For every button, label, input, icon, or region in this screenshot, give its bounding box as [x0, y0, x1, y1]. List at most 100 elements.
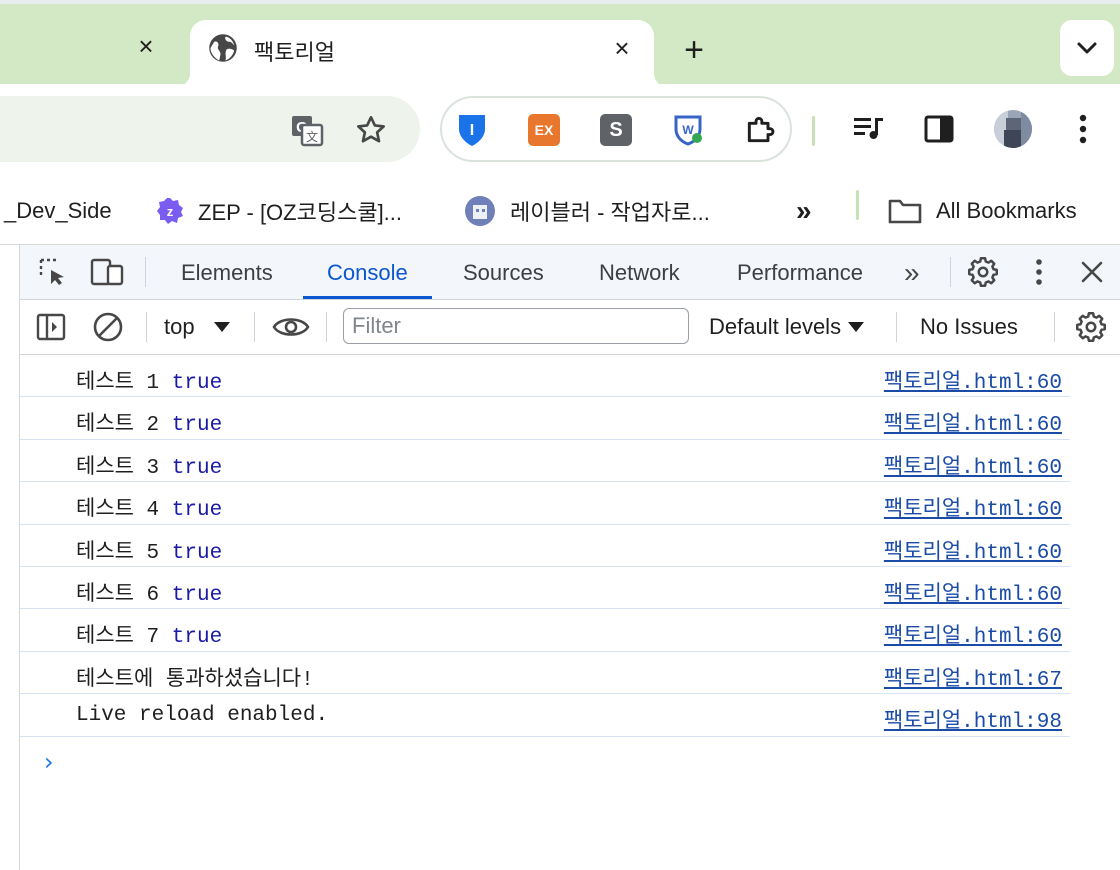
close-tab-button[interactable]: ×: [608, 32, 636, 63]
tab-inactive[interactable]: ×: [0, 16, 190, 88]
all-bookmarks-button[interactable]: All Bookmarks: [888, 191, 1077, 231]
gear-icon: [1076, 312, 1106, 342]
bookmark-label: 레이블러 - 작업자로...: [510, 200, 710, 225]
tab-console[interactable]: Console: [303, 245, 432, 299]
toggle-sidebar-button[interactable]: [34, 310, 68, 344]
boolean-value: true: [171, 414, 223, 438]
close-tab-button[interactable]: ×: [132, 31, 160, 61]
customize-devtools-button[interactable]: [1022, 255, 1056, 289]
chevron-down-icon: [1077, 42, 1097, 54]
console-message: 테스트 4 true 팩토리얼.html:60: [20, 482, 1070, 525]
extension-bitwarden-button[interactable]: I: [456, 114, 488, 146]
console-message: 테스트 6 true 팩토리얼.html:60: [20, 567, 1070, 610]
bookmark-label: _Dev_Side: [4, 198, 112, 223]
console-prompt[interactable]: ›: [44, 748, 54, 776]
console-message: 테스트 2 true 팩토리얼.html:60: [20, 397, 1070, 440]
device-toolbar-button[interactable]: [90, 255, 124, 289]
boolean-value: true: [171, 499, 223, 523]
double-chevron-right-icon: »: [796, 195, 812, 226]
message-text: 테스트 7: [76, 626, 172, 650]
inspect-element-button[interactable]: [36, 255, 70, 289]
console-message: Live reload enabled. 팩토리얼.html:98: [20, 694, 1070, 737]
source-link[interactable]: 팩토리얼.html:67: [884, 662, 1062, 692]
clear-console-button[interactable]: [91, 310, 125, 344]
more-vertical-icon: [1036, 259, 1042, 285]
gear-icon: [968, 257, 998, 287]
tab-elements[interactable]: Elements: [181, 245, 273, 299]
bookmark-dev-side[interactable]: _Dev_Side: [4, 191, 112, 231]
console-message-text: 테스트 2 true: [76, 407, 222, 437]
extension-s-button[interactable]: S: [600, 114, 632, 146]
devtools-settings-button[interactable]: [966, 255, 1000, 289]
tab-search-button[interactable]: [1060, 20, 1114, 76]
filter-input[interactable]: [343, 308, 689, 344]
bookmark-zep[interactable]: z ZEP - [OZ코딩스쿨]...: [156, 191, 402, 231]
console-message: 테스트 7 true 팩토리얼.html:60: [20, 609, 1070, 652]
profile-avatar-button[interactable]: [994, 110, 1032, 148]
eye-icon: [272, 318, 310, 336]
source-link[interactable]: 팩토리얼.html:60: [884, 535, 1062, 565]
address-bar[interactable]: G 文: [0, 96, 420, 162]
caret-down-icon: [848, 322, 865, 332]
media-controls-button[interactable]: [852, 112, 886, 146]
source-link[interactable]: 팩토리얼.html:60: [884, 619, 1062, 649]
tab-sources[interactable]: Sources: [463, 245, 544, 299]
boolean-value: true: [171, 456, 223, 480]
plus-icon: +: [684, 30, 704, 69]
tab-active[interactable]: 팩토리얼 ×: [174, 20, 670, 88]
source-link[interactable]: 팩토리얼.html:60: [884, 407, 1062, 437]
more-tabs-button[interactable]: »: [904, 245, 920, 299]
console-message-text: 테스트 7 true: [76, 619, 222, 649]
bookmark-star-button[interactable]: [354, 113, 388, 147]
inspect-icon: [39, 258, 64, 285]
extensions-group: I EX S W: [440, 96, 792, 162]
tab-strip: × 팩토리얼 × +: [0, 0, 1120, 88]
toolbar-separator: [254, 312, 255, 342]
extensions-menu-button[interactable]: [744, 114, 776, 146]
close-icon: ×: [614, 32, 630, 63]
message-text: 테스트 5: [76, 541, 172, 565]
live-expression-button[interactable]: [270, 310, 312, 344]
source-link[interactable]: 팩토리얼.html:98: [884, 704, 1062, 734]
bookmark-label: ZEP - [OZ코딩스쿨]...: [198, 200, 403, 225]
toolbar-separator: [896, 312, 897, 342]
console-settings-button[interactable]: [1074, 310, 1108, 344]
new-tab-button[interactable]: +: [676, 30, 712, 69]
source-link[interactable]: 팩토리얼.html:60: [884, 492, 1062, 522]
message-text: 테스트 4: [76, 499, 172, 523]
console-message: 테스트에 통과하셨습니다! 팩토리얼.html:67: [20, 652, 1070, 695]
svg-text:I: I: [470, 122, 474, 139]
browser-toolbar: G 文 I EX S W: [0, 84, 1120, 180]
bookmark-labeler[interactable]: 레이블러 - 작업자로...: [464, 191, 710, 231]
extension-w-button[interactable]: W: [672, 114, 704, 146]
extension-ex-button[interactable]: EX: [528, 114, 560, 146]
svg-text:文: 文: [306, 129, 318, 144]
chevron-right-icon: ›: [44, 748, 54, 776]
console-toolbar: top Default levels No Issues: [20, 300, 1120, 355]
chrome-menu-button[interactable]: [1066, 112, 1100, 146]
log-levels-dropdown[interactable]: Default levels: [709, 308, 865, 346]
console-message-text: 테스트에 통과하셨습니다!: [76, 662, 314, 692]
source-link[interactable]: 팩토리얼.html:60: [884, 577, 1062, 607]
tab-performance[interactable]: Performance: [737, 245, 863, 299]
folder-icon: [888, 199, 922, 224]
translate-icon: G 文: [292, 116, 324, 147]
console-message: 테스트 3 true 팩토리얼.html:60: [20, 440, 1070, 483]
tab-network[interactable]: Network: [599, 245, 680, 299]
all-bookmarks-label: All Bookmarks: [936, 198, 1077, 223]
close-devtools-button[interactable]: [1075, 255, 1109, 289]
source-link[interactable]: 팩토리얼.html:60: [884, 450, 1062, 480]
levels-label: Default levels: [709, 314, 842, 339]
bookmarks-overflow-button[interactable]: »: [796, 191, 812, 231]
message-text: Live reload enabled.: [76, 704, 329, 728]
console-message-text: 테스트 1 true: [76, 365, 222, 395]
translate-button[interactable]: G 文: [290, 113, 324, 147]
caret-down-icon: [213, 322, 230, 332]
tab-title: 팩토리얼: [254, 40, 335, 65]
source-link[interactable]: 팩토리얼.html:60: [884, 365, 1062, 395]
side-panel-button[interactable]: [922, 112, 956, 146]
console-message-text: 테스트 4 true: [76, 492, 222, 522]
bookmarks-bar: _Dev_Side z ZEP - [OZ코딩스쿨]... 레이블러 - 작업자…: [0, 180, 1120, 245]
issues-button[interactable]: No Issues: [920, 308, 1018, 346]
context-selector[interactable]: top: [164, 308, 231, 346]
